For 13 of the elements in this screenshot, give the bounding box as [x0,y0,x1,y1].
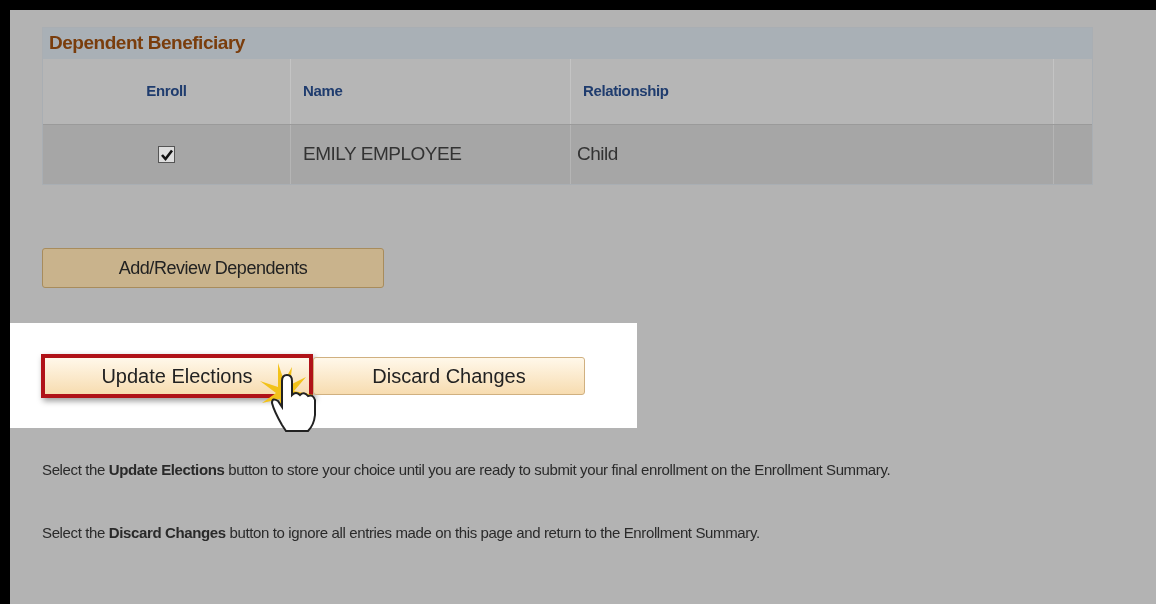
column-header: Relationship [583,81,669,102]
enroll-checkbox[interactable] [158,146,175,163]
action-button[interactable]: Update Elections [41,353,313,398]
instruction-text: Select the Discard Changes button to ignore all entries made on this page and return to the Enrollment Summary. [42,523,761,543]
action-button[interactable]: Discard Changes [313,356,585,395]
check-icon [159,147,174,162]
grid-title: Dependent Beneficiary [49,31,245,56]
table-cell-text: Child [577,142,618,167]
table-cell-text: EMILY EMPLOYEE [303,142,462,167]
column-header: Enroll [146,81,187,102]
instruction-text: Select the Update Elections button to store your choice until you are ready to submit your final enrollment on the Enrollment Summary. [42,460,892,480]
add-review-dependents-button[interactable]: Add/Review Dependents [42,248,384,288]
column-header: Name [303,81,343,102]
